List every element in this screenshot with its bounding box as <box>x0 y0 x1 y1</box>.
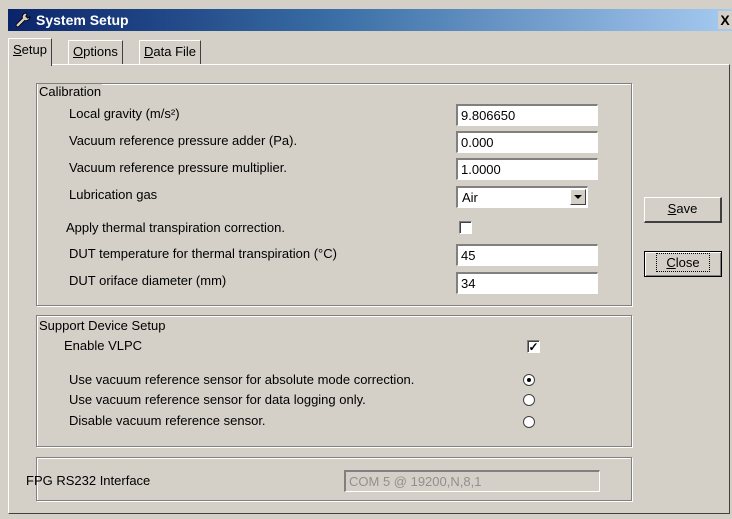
thermal-label: Apply thermal transpiration correction. <box>66 220 285 235</box>
tab-panel-setup: Calibration Local gravity (m/s²) 9.80665… <box>8 64 730 514</box>
calibration-group-title: Calibration <box>38 84 103 99</box>
radio-disable-sensor[interactable] <box>523 416 535 428</box>
chevron-down-icon[interactable] <box>570 189 586 205</box>
wrench-icon <box>15 12 31 28</box>
tab-options[interactable]: Options <box>68 40 123 64</box>
tab-setup-label: etup <box>21 42 47 57</box>
adder-label: Vacuum reference pressure adder (Pa). <box>69 133 298 148</box>
dut-diam-label: DUT oriface diameter (mm) <box>69 273 227 288</box>
close-mnemonic: C <box>666 255 676 270</box>
tab-data-file-mnemonic: D <box>144 44 154 59</box>
radio-abs-correction[interactable] <box>523 374 535 386</box>
rs232-field: COM 5 @ 19200,N,8,1 <box>344 470 600 492</box>
gravity-input[interactable]: 9.806650 <box>456 104 598 126</box>
rs232-label: FPG RS232 Interface <box>26 473 151 488</box>
tab-setup-mnemonic: S <box>13 42 22 57</box>
support-group-title: Support Device Setup <box>38 318 167 333</box>
title-bar[interactable]: System Setup X <box>8 9 732 31</box>
radio-abs-label: Use vacuum reference sensor for absolute… <box>69 372 415 387</box>
multiplier-label: Vacuum reference pressure multiplier. <box>69 160 287 175</box>
radio-disable-label: Disable vacuum reference sensor. <box>69 413 266 428</box>
gravity-label: Local gravity (m/s²) <box>69 106 180 121</box>
tab-setup[interactable]: Setup <box>8 38 52 66</box>
radio-log-label: Use vacuum reference sensor for data log… <box>69 392 366 407</box>
save-button[interactable]: Save <box>644 197 722 223</box>
vlpc-label: Enable VLPC <box>64 338 143 353</box>
adder-input[interactable]: 0.000 <box>456 131 598 153</box>
tab-options-label: ptions <box>83 44 118 59</box>
vlpc-checkbox[interactable]: ✓ <box>527 340 540 353</box>
close-label: lose <box>675 255 700 270</box>
multiplier-input[interactable]: 1.0000 <box>456 158 598 180</box>
window-title: System Setup <box>36 12 129 28</box>
tab-data-file-label: ata File <box>153 44 197 59</box>
close-focus: Close <box>656 253 710 272</box>
system-setup-window: System Setup X Setup Options Data File C… <box>0 0 732 519</box>
gas-select-value: Air <box>462 190 478 205</box>
thermal-checkbox[interactable] <box>459 221 472 234</box>
tab-data-file[interactable]: Data File <box>139 40 202 64</box>
gas-select[interactable]: Air <box>456 186 588 208</box>
close-button[interactable]: Close <box>644 251 722 277</box>
dut-temp-input[interactable]: 45 <box>456 244 598 266</box>
radio-logging-only[interactable] <box>523 394 535 406</box>
save-label: ave <box>676 201 698 216</box>
radio-selected-dot <box>527 378 531 382</box>
window-close-button[interactable]: X <box>718 11 732 29</box>
tab-options-mnemonic: O <box>73 44 84 59</box>
gas-label: Lubrication gas <box>69 187 158 202</box>
dut-temp-label: DUT temperature for thermal transpiratio… <box>69 246 337 261</box>
dut-diam-input[interactable]: 34 <box>456 272 598 294</box>
